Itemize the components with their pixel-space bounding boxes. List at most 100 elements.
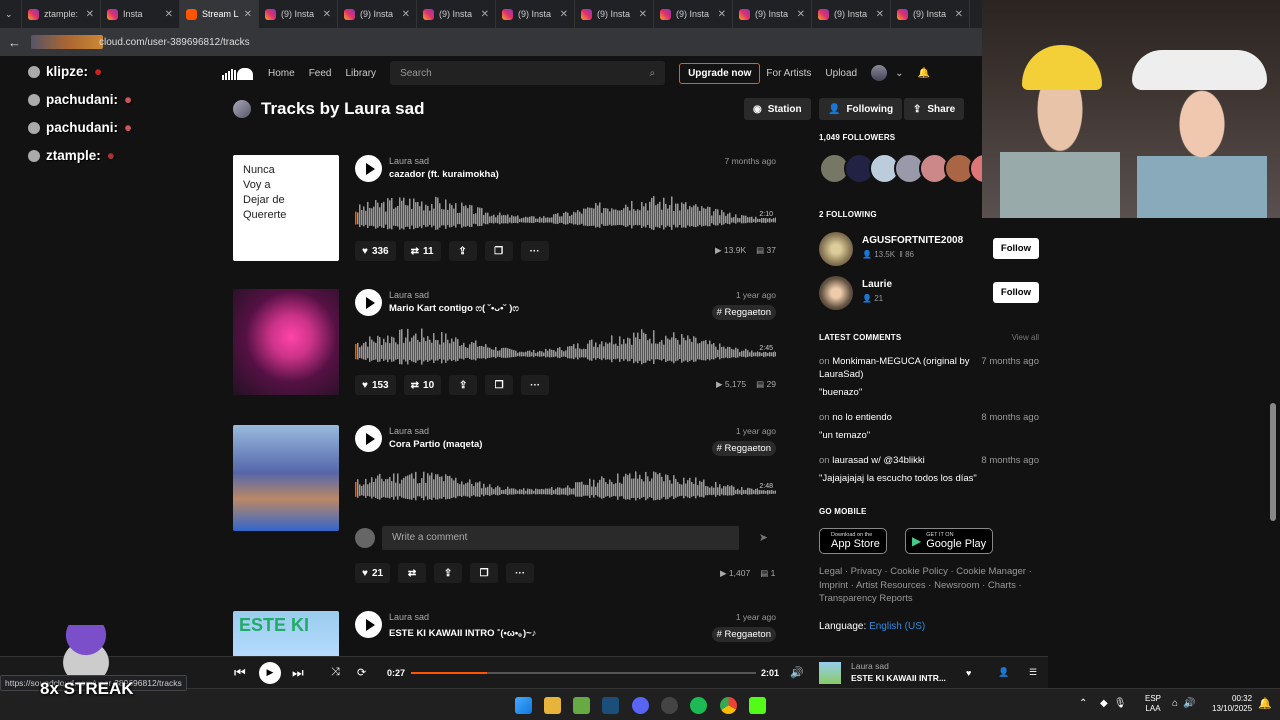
- close-icon[interactable]: ✕: [481, 9, 489, 20]
- discord-icon[interactable]: [632, 697, 649, 714]
- soundcloud-logo-icon[interactable]: [222, 66, 254, 80]
- close-icon[interactable]: ✕: [323, 9, 331, 20]
- scrollbar[interactable]: [1270, 403, 1276, 521]
- browser-tab[interactable]: (9) Insta ✕: [338, 0, 417, 28]
- like-button[interactable]: ♥ 21: [355, 563, 391, 583]
- notification-icon[interactable]: 🔔: [1258, 697, 1272, 710]
- user-name[interactable]: AGUSFORTNITE2008: [862, 235, 963, 246]
- steam-icon[interactable]: [602, 697, 619, 714]
- clock[interactable]: 00:32 13/10/2025: [1212, 694, 1252, 714]
- station-button[interactable]: ◉ Station: [744, 98, 811, 120]
- browser-tab[interactable]: ztample: ✕: [22, 0, 101, 28]
- system-tray-icons[interactable]: ⌂🔊: [1172, 698, 1201, 709]
- comment-track[interactable]: laurasad w/ @34blikki: [832, 455, 925, 466]
- comment-input[interactable]: Write a comment: [382, 526, 739, 550]
- track-title[interactable]: cazador (ft. kuraimokha): [389, 169, 499, 180]
- track-artwork[interactable]: [233, 425, 339, 531]
- obs-icon[interactable]: [661, 697, 678, 714]
- play-button[interactable]: [355, 155, 382, 182]
- share-button[interactable]: ⇪: [449, 375, 478, 395]
- queue-icon[interactable]: ☰: [1029, 667, 1037, 678]
- browser-tab[interactable]: (9) Insta ✕: [496, 0, 575, 28]
- more-button[interactable]: ···: [506, 563, 535, 583]
- close-icon[interactable]: ✕: [86, 9, 94, 20]
- track-artwork[interactable]: [233, 289, 339, 395]
- waveform[interactable]: [355, 191, 776, 233]
- volume-icon[interactable]: 🔊: [790, 666, 804, 679]
- send-icon[interactable]: ➤: [759, 531, 768, 544]
- keyboard-language[interactable]: ESP LAA: [1145, 694, 1161, 714]
- track-artist[interactable]: Laura sad: [389, 426, 429, 436]
- more-button[interactable]: ···: [521, 375, 550, 395]
- track-artwork[interactable]: Nunca Voy a Dejar de Quererte: [233, 155, 339, 261]
- comment-count[interactable]: ▤ 1: [760, 568, 775, 579]
- followers-label[interactable]: 1,049 FOLLOWERS: [819, 133, 895, 142]
- app-store-button[interactable]: Download on the App Store: [819, 528, 887, 554]
- share-button[interactable]: ⇪: [448, 241, 477, 261]
- follow-user-icon[interactable]: 👤: [998, 667, 1009, 678]
- play-button[interactable]: [355, 289, 382, 316]
- track-artwork[interactable]: ESTE KI: [233, 611, 339, 656]
- share-button[interactable]: ⇪ Share: [904, 98, 965, 120]
- google-play-button[interactable]: ▶ GET IT ON Google Play: [905, 528, 994, 554]
- genre-tag[interactable]: # Reggaeton: [711, 627, 776, 642]
- chrome-icon[interactable]: [720, 697, 737, 714]
- chevron-down-icon[interactable]: ⌄: [895, 68, 903, 79]
- browser-tab[interactable]: (9) Insta ✕: [259, 0, 338, 28]
- comment-track[interactable]: Monkiman-MEGUCA (original by LauraSad): [819, 356, 969, 380]
- follow-button[interactable]: Follow: [992, 282, 1039, 303]
- copy-link-button[interactable]: ❐: [470, 563, 499, 583]
- user-avatar[interactable]: [819, 276, 853, 310]
- heart-icon[interactable]: ♥: [966, 668, 971, 678]
- like-button[interactable]: ♥ 153: [355, 375, 396, 395]
- close-icon[interactable]: ✕: [639, 9, 647, 20]
- track-artist[interactable]: Laura sad: [389, 290, 429, 300]
- now-playing-title[interactable]: ESTE KI KAWAII INTR...: [851, 673, 946, 683]
- browser-tab[interactable]: Insta ✕: [101, 0, 180, 28]
- browser-tab[interactable]: (9) Insta ✕: [891, 0, 970, 28]
- following-label[interactable]: 2 FOLLOWING: [819, 210, 877, 219]
- copy-link-button[interactable]: ❐: [484, 241, 513, 261]
- for-artists-link[interactable]: For Artists: [766, 68, 811, 79]
- repost-button[interactable]: ⇄ 10: [403, 375, 442, 395]
- windows-start-icon[interactable]: [515, 697, 532, 714]
- track-title[interactable]: ESTE KI KAWAII INTRO ˚(•ω•｡)~♪: [389, 625, 536, 639]
- user-name[interactable]: Laurie: [862, 279, 892, 290]
- waveform[interactable]: [355, 325, 776, 367]
- repeat-icon[interactable]: ⟳: [357, 666, 366, 679]
- share-button[interactable]: ⇪: [434, 563, 463, 583]
- language-link[interactable]: English (US): [869, 621, 925, 632]
- track-artist[interactable]: Laura sad: [389, 156, 429, 166]
- user-avatar[interactable]: [819, 232, 853, 266]
- upload-link[interactable]: Upload: [825, 68, 857, 79]
- search-icon[interactable]: ⌕: [649, 68, 655, 79]
- user-avatar[interactable]: [871, 65, 888, 81]
- close-icon[interactable]: ✕: [560, 9, 568, 20]
- back-arrow-icon[interactable]: ←: [8, 35, 21, 50]
- like-button[interactable]: ♥ 336: [355, 241, 396, 261]
- close-icon[interactable]: ✕: [244, 9, 252, 20]
- browser-tab[interactable]: (9) Insta ✕: [812, 0, 891, 28]
- nav-library[interactable]: Library: [345, 68, 376, 79]
- repost-button[interactable]: ⇄: [398, 563, 427, 583]
- copy-link-button[interactable]: ❐: [485, 375, 514, 395]
- tray-chevron-icon[interactable]: ⌃: [1079, 698, 1087, 709]
- close-icon[interactable]: ✕: [955, 9, 963, 20]
- comment-count[interactable]: ▤ 37: [756, 245, 776, 256]
- genre-tag[interactable]: # Reggaeton: [711, 441, 776, 456]
- follow-button[interactable]: Follow: [992, 238, 1039, 259]
- next-icon[interactable]: ⏭: [292, 665, 304, 681]
- nav-feed[interactable]: Feed: [309, 68, 332, 79]
- tab-menu-button[interactable]: ⌄: [0, 0, 22, 28]
- close-icon[interactable]: ✕: [718, 9, 726, 20]
- search-input[interactable]: Search ⌕: [390, 61, 666, 85]
- view-all-link[interactable]: View all: [1012, 333, 1039, 342]
- waveform[interactable]: [355, 467, 776, 503]
- now-playing-art[interactable]: [819, 661, 841, 684]
- browser-tab[interactable]: (9) Insta ✕: [654, 0, 733, 28]
- now-playing-artist[interactable]: Laura sad: [851, 661, 889, 671]
- repost-button[interactable]: ⇄ 11: [403, 241, 441, 261]
- play-button[interactable]: [355, 611, 382, 638]
- footer-links[interactable]: Legal · Privacy · Cookie Policy · Cookie…: [819, 565, 1044, 606]
- close-icon[interactable]: ✕: [876, 9, 884, 20]
